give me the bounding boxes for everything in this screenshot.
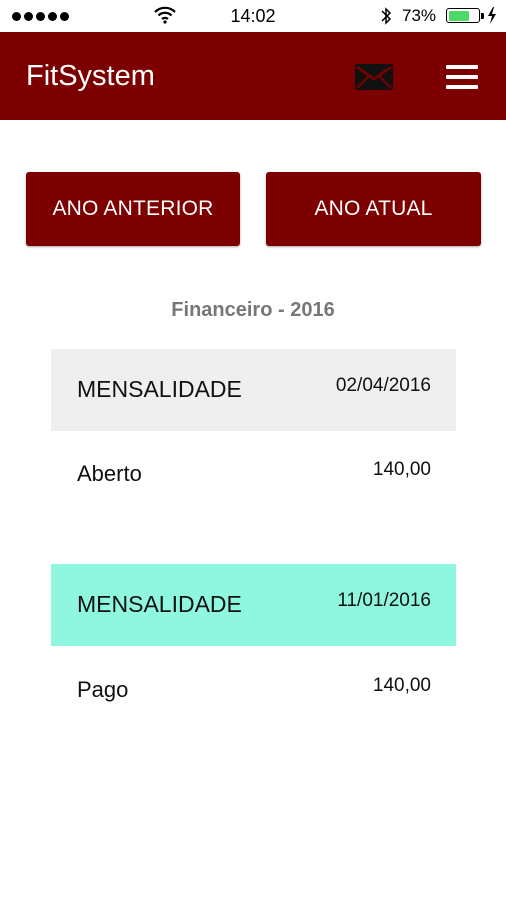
app-title: FitSystem	[26, 60, 155, 92]
entry-header[interactable]: MENSALIDADE 11/01/2016	[51, 564, 456, 646]
entry-type: MENSALIDADE	[77, 376, 242, 402]
entry-amount: 140,00	[372, 675, 431, 696]
previous-year-button[interactable]: ANO ANTERIOR	[26, 172, 240, 246]
entry-header[interactable]: MENSALIDADE 02/04/2016	[51, 349, 456, 431]
hamburger-menu-icon[interactable]	[446, 65, 478, 89]
battery-level-fill	[448, 10, 469, 21]
current-year-button[interactable]: ANO ATUAL	[266, 172, 481, 246]
entry-date: 02/04/2016	[335, 375, 431, 396]
entry-date: 11/01/2016	[337, 590, 431, 611]
entry-amount: 140,00	[372, 459, 431, 480]
bluetooth-icon	[381, 7, 392, 25]
status-bar: 14:02 73%	[0, 0, 506, 32]
mail-icon[interactable]	[354, 61, 394, 93]
entry-status: Aberto	[77, 461, 142, 486]
app-header: FitSystem	[0, 32, 506, 120]
entry-type: MENSALIDADE	[77, 591, 242, 617]
battery-percent: 73%	[402, 6, 437, 25]
entry-status: Pago	[77, 677, 129, 702]
section-title: Financeiro - 2016	[171, 299, 335, 321]
screen: 14:02 73% FitSystem ANO ANTERIOR ANO ATU…	[0, 0, 506, 900]
battery-icon	[446, 8, 484, 23]
charging-bolt-icon	[488, 7, 496, 24]
